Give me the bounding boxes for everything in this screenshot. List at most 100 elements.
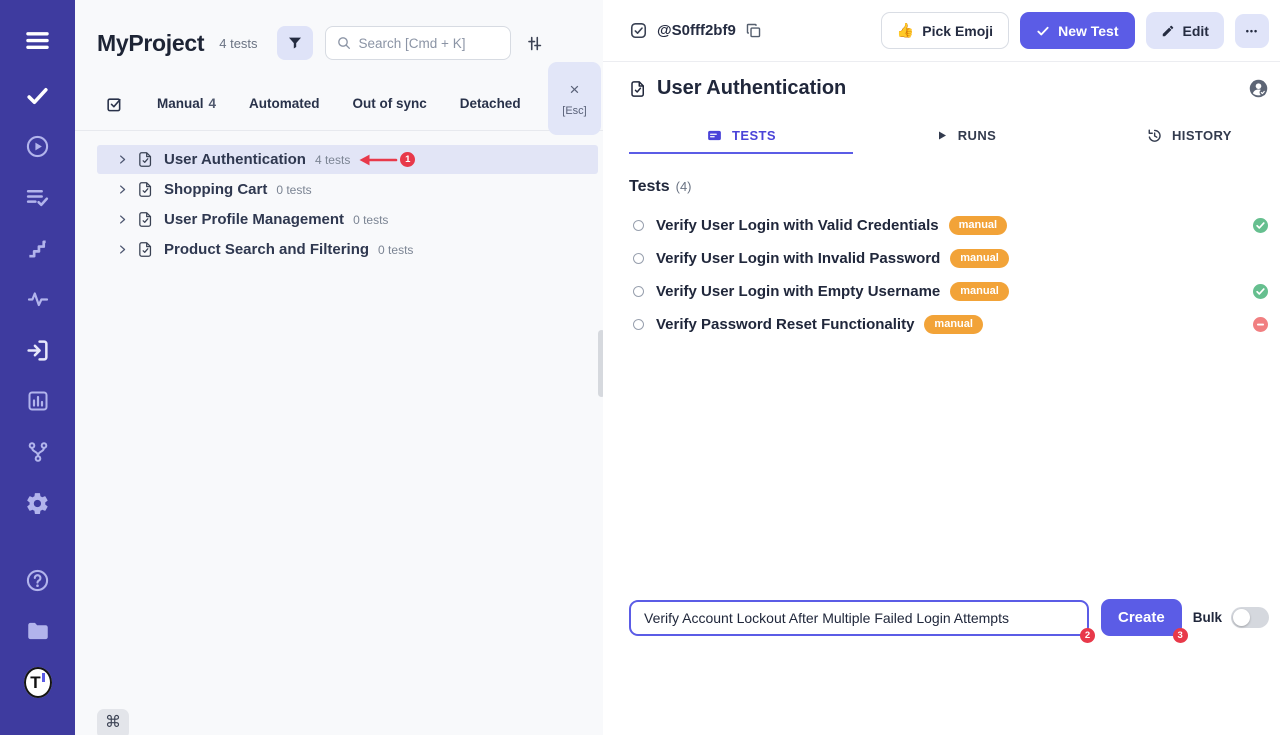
detail-tabs: TESTS RUNS xyxy=(603,119,1280,154)
suite-title[interactable]: User Profile Management xyxy=(164,211,344,228)
test-title[interactable]: Verify Password Reset Functionality xyxy=(656,316,914,333)
test-bullet-icon[interactable] xyxy=(633,319,644,330)
history-icon xyxy=(1146,127,1163,144)
detail-tab-label: RUNS xyxy=(958,128,996,143)
pick-emoji-button[interactable]: 👍 Pick Emoji xyxy=(881,12,1009,49)
detail-tab[interactable]: TESTS xyxy=(629,119,853,154)
suite-row[interactable]: Product Search and Filtering 0 tests xyxy=(97,235,598,264)
suite-id-group: @S0fff2bf9 xyxy=(629,21,762,40)
tests-list: Verify User Login with Valid Credentials… xyxy=(603,209,1280,341)
detail-tab[interactable]: RUNS xyxy=(853,119,1077,154)
filter-tab[interactable]: Out of sync xyxy=(353,96,427,111)
detail-topbar: @S0fff2bf9 👍 Pick Emoji New Test Edit xyxy=(603,0,1280,62)
manual-badge: manual xyxy=(950,282,1009,300)
status-passed-icon xyxy=(1253,284,1268,299)
test-row[interactable]: Verify User Login with Valid Credentials… xyxy=(603,209,1280,242)
edit-button[interactable]: Edit xyxy=(1146,12,1224,49)
check-icon xyxy=(1036,24,1050,38)
bulk-toggle[interactable] xyxy=(1231,607,1269,628)
filter-tab-label: Automated xyxy=(249,96,320,111)
more-options-button[interactable]: ••• xyxy=(1235,14,1269,48)
pulse-nav-icon[interactable] xyxy=(24,285,52,313)
detail-tab-label: TESTS xyxy=(732,128,776,143)
suite-title[interactable]: Shopping Cart xyxy=(164,181,267,198)
tests-nav-icon[interactable] xyxy=(24,81,52,109)
close-icon[interactable]: × xyxy=(570,81,580,98)
copy-icon[interactable] xyxy=(745,22,762,39)
status-passed-icon xyxy=(1253,218,1268,233)
filter-tab[interactable]: Automated xyxy=(249,96,320,111)
projects-folder-icon[interactable] xyxy=(24,617,52,645)
test-title[interactable]: Verify User Login with Invalid Password xyxy=(656,250,940,267)
filter-tab[interactable]: Manual4 xyxy=(157,96,216,111)
test-title[interactable]: Verify User Login with Valid Credentials xyxy=(656,217,939,234)
create-test-row: 2 Create 3 Bulk xyxy=(603,599,1280,636)
menu-icon[interactable] xyxy=(24,22,52,58)
chevron-right-icon[interactable] xyxy=(117,244,128,255)
test-row[interactable]: Verify Password Reset Functionality manu… xyxy=(603,308,1280,341)
filter-tab-label: Detached xyxy=(460,96,521,111)
test-bullet-icon[interactable] xyxy=(633,286,644,297)
create-button[interactable]: Create xyxy=(1101,599,1182,636)
annotation-arrow-icon xyxy=(356,153,398,167)
detail-tab-label: HISTORY xyxy=(1172,128,1232,143)
search-input[interactable] xyxy=(359,36,500,51)
project-tests-count: 4 tests xyxy=(219,36,257,51)
analytics-nav-icon[interactable] xyxy=(24,387,52,415)
command-key-button[interactable]: ⌘ xyxy=(97,709,129,735)
suite-document-icon xyxy=(137,211,154,228)
funnel-icon xyxy=(287,35,303,51)
suite-document-icon xyxy=(137,181,154,198)
branches-nav-icon[interactable] xyxy=(24,438,52,466)
suite-tree: User Authentication 4 tests 1 Shopping C… xyxy=(75,145,603,264)
import-nav-icon[interactable] xyxy=(24,336,52,364)
create-button-wrap: Create 3 xyxy=(1101,599,1182,636)
test-bullet-icon[interactable] xyxy=(633,253,644,264)
bulk-label: Bulk xyxy=(1193,610,1222,625)
test-plans-nav-icon[interactable] xyxy=(24,183,52,211)
test-bullet-icon[interactable] xyxy=(633,220,644,231)
suite-test-count: 0 tests xyxy=(378,243,413,257)
suite-row[interactable]: User Profile Management 0 tests xyxy=(97,205,598,234)
suite-row[interactable]: Shopping Cart 0 tests xyxy=(97,175,598,204)
logo-accent xyxy=(42,673,45,682)
settings-nav-icon[interactable] xyxy=(24,489,52,517)
new-test-button[interactable]: New Test xyxy=(1020,12,1134,49)
suites-panel: MyProject 4 tests × [Esc] Manual4 Automa… xyxy=(75,0,603,735)
manual-badge: manual xyxy=(924,315,983,333)
suite-document-icon xyxy=(137,241,154,258)
filter-button[interactable] xyxy=(277,26,313,60)
new-test-title-input[interactable] xyxy=(629,600,1089,636)
annotation-number-badge: 1 xyxy=(400,152,415,167)
test-row[interactable]: Verify User Login with Empty Username ma… xyxy=(603,275,1280,308)
suite-test-count: 4 tests xyxy=(315,153,350,167)
search-icon xyxy=(336,35,352,51)
pencil-icon xyxy=(1161,24,1175,38)
chevron-right-icon[interactable] xyxy=(117,184,128,195)
annotation-marker: 1 xyxy=(356,152,415,167)
select-all-icon[interactable] xyxy=(105,94,124,113)
suite-row[interactable]: User Authentication 4 tests 1 xyxy=(97,145,598,174)
detail-tab[interactable]: HISTORY xyxy=(1077,119,1280,154)
test-title[interactable]: Verify User Login with Empty Username xyxy=(656,283,940,300)
checkbox-icon[interactable] xyxy=(629,21,648,40)
advanced-filter-icon[interactable] xyxy=(525,34,544,53)
help-icon[interactable] xyxy=(24,566,52,594)
suite-title[interactable]: User Authentication xyxy=(164,151,306,168)
chevron-right-icon[interactable] xyxy=(117,214,128,225)
chevron-right-icon[interactable] xyxy=(117,154,128,165)
filter-tab[interactable]: Detached xyxy=(460,96,521,111)
filter-tabs: Manual4 Automated Out of sync Detached xyxy=(75,90,603,116)
suite-document-icon xyxy=(137,151,154,168)
annotation-number-badge: 3 xyxy=(1173,628,1188,643)
milestones-nav-icon[interactable] xyxy=(24,234,52,262)
toggle-knob xyxy=(1233,609,1250,626)
runs-nav-icon[interactable] xyxy=(24,132,52,160)
test-row[interactable]: Verify User Login with Invalid Password … xyxy=(603,242,1280,275)
escape-popup: × [Esc] xyxy=(548,62,601,135)
suite-title[interactable]: Product Search and Filtering xyxy=(164,241,369,258)
suite-id: @S0fff2bf9 xyxy=(657,22,736,39)
panel-divider xyxy=(75,130,603,131)
assignee-icon[interactable] xyxy=(1248,78,1269,99)
app-logo[interactable]: T xyxy=(24,668,52,696)
